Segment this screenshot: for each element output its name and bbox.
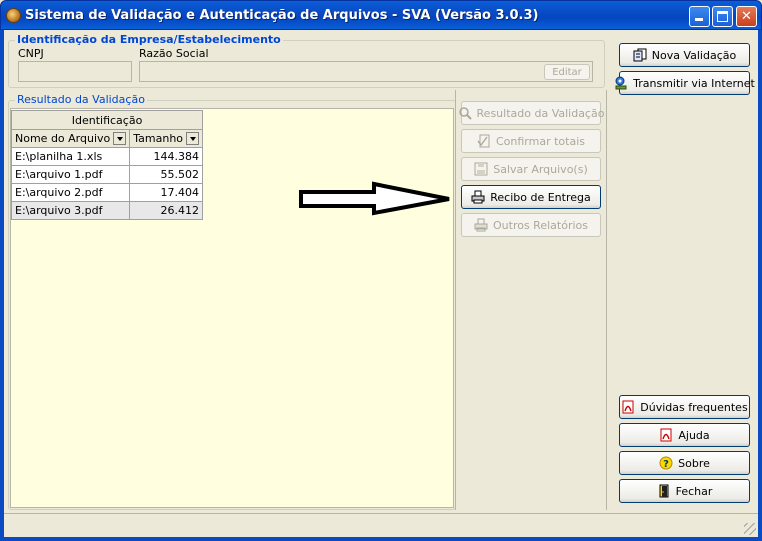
magnifier-icon: [458, 107, 472, 120]
window-frame-left: [0, 30, 4, 541]
results-table: Identificação Nome do Arquivo Tamanho E:…: [10, 110, 204, 220]
column-header-filename[interactable]: Nome do Arquivo: [10, 129, 131, 148]
razao-social-field[interactable]: [139, 61, 593, 82]
close-icon: ✕: [741, 9, 752, 24]
cell-size: 144.384: [129, 147, 204, 166]
cell-filename: E:\planilha 1.xls: [10, 147, 131, 166]
table-group-header: Identificação: [10, 110, 204, 130]
nova-validacao-button[interactable]: Nova Validação: [619, 43, 750, 67]
column-header-size[interactable]: Tamanho: [129, 129, 204, 148]
table-row[interactable]: E:\planilha 1.xls 144.384: [10, 147, 204, 166]
cnpj-label: CNPJ: [18, 47, 44, 60]
cell-size: 55.502: [129, 165, 204, 184]
middle-panel-divider: [606, 90, 607, 510]
fechar-button[interactable]: Fechar: [619, 479, 750, 503]
company-group-title: Identificação da Empresa/Estabelecimento: [15, 33, 283, 46]
app-icon: [6, 8, 21, 23]
window-title: Sistema de Validação e Autenticação de A…: [25, 8, 539, 23]
transmitir-internet-button[interactable]: Transmitir via Internet: [615, 71, 755, 95]
table-row[interactable]: E:\arquivo 1.pdf 55.502: [10, 165, 204, 184]
cell-size: 17.404: [129, 183, 204, 202]
svg-text:?: ?: [663, 459, 669, 470]
annotation-arrow-icon: [299, 181, 450, 216]
salvar-arquivos-button[interactable]: Salvar Arquivo(s): [461, 157, 601, 181]
resultado-validacao-button[interactable]: Resultado da Validação: [458, 101, 604, 125]
documents-icon: [633, 48, 647, 62]
exit-door-icon: [659, 484, 669, 498]
cell-filename: E:\arquivo 2.pdf: [10, 183, 131, 202]
printer-icon: [474, 218, 488, 232]
pdf-icon: [660, 428, 672, 442]
edit-button[interactable]: Editar: [544, 64, 590, 80]
filter-dropdown-icon[interactable]: [186, 132, 200, 146]
cell-size: 26.412: [129, 201, 204, 220]
confirmar-totais-button[interactable]: Confirmar totais: [461, 129, 601, 153]
outros-relatorios-button[interactable]: Outros Relatórios: [461, 213, 601, 237]
table-row[interactable]: E:\arquivo 2.pdf 17.404: [10, 183, 204, 202]
checkmark-doc-icon: [477, 134, 490, 148]
minimize-button[interactable]: [689, 6, 710, 27]
window-frame-bottom: [0, 537, 762, 541]
results-group-title: Resultado da Validação: [15, 93, 147, 106]
printer-icon: [471, 190, 485, 204]
floppy-icon: [474, 162, 488, 176]
sobre-button[interactable]: ? Sobre: [619, 451, 750, 475]
razao-social-label: Razão Social: [139, 47, 209, 60]
globe-user-icon: [615, 76, 627, 90]
cnpj-field[interactable]: [18, 61, 132, 82]
pdf-icon: [622, 400, 634, 414]
ajuda-button[interactable]: Ajuda: [619, 423, 750, 447]
duvidas-frequentes-button[interactable]: Dúvidas frequentes: [619, 395, 750, 419]
maximize-icon: [717, 11, 728, 22]
cell-filename: E:\arquivo 1.pdf: [10, 165, 131, 184]
recibo-entrega-button[interactable]: Recibo de Entrega: [461, 185, 601, 209]
table-row[interactable]: E:\arquivo 3.pdf 26.412: [10, 201, 204, 220]
resize-grip-icon[interactable]: [744, 523, 756, 535]
cell-filename: E:\arquivo 3.pdf: [10, 201, 131, 220]
close-button[interactable]: ✕: [736, 6, 757, 27]
window-frame-right: [758, 30, 762, 541]
filter-dropdown-icon[interactable]: [113, 132, 127, 146]
minimize-icon: [695, 18, 703, 21]
title-bar[interactable]: Sistema de Validação e Autenticação de A…: [0, 0, 762, 30]
maximize-button[interactable]: [712, 6, 733, 27]
question-icon: ?: [659, 456, 673, 470]
status-bar: [4, 513, 758, 537]
middle-panel-divider: [455, 90, 456, 510]
